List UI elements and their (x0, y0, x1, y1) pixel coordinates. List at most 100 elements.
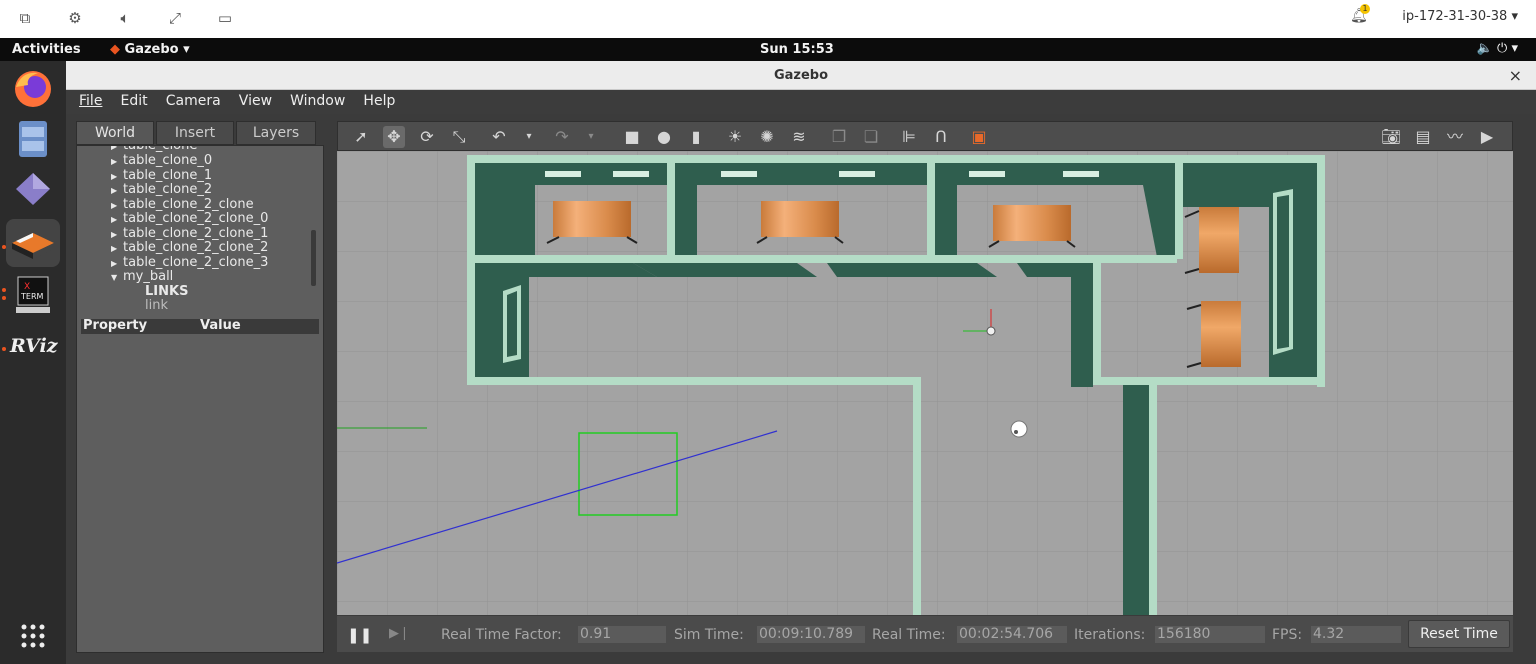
app-menu[interactable]: ◆ Gazebo ▾ (110, 42, 190, 57)
spot-light-icon[interactable]: ✺ (756, 126, 778, 148)
tree-item[interactable]: ▶ table_clone_2_clone_2 (111, 240, 268, 255)
undo-icon[interactable]: ↶ (488, 126, 510, 148)
rviz-icon[interactable]: RViz (6, 323, 60, 371)
copy-icon[interactable]: ❐ (828, 126, 850, 148)
reset-time-button[interactable]: Reset Time (1408, 620, 1510, 648)
close-icon[interactable]: × (1509, 66, 1522, 85)
fps-value: 4.32 (1311, 626, 1401, 643)
app-icon[interactable] (6, 165, 60, 213)
links-header: LINKS (145, 284, 189, 299)
ball-model[interactable] (1010, 420, 1028, 438)
tree-item-label: table_clone (123, 145, 198, 153)
sim-time-value: 00:09:10.789 (757, 626, 865, 643)
screenshot-icon[interactable]: 📷︎ (1380, 126, 1402, 148)
rtf-label: Real Time Factor: (441, 627, 562, 643)
notification-badge: 1 (1360, 4, 1370, 14)
tree-item-label: table_clone_1 (123, 168, 213, 183)
expand-arrow-icon: ▶ (111, 157, 118, 166)
tree-item[interactable]: ▶ table_clone_2 (111, 182, 212, 197)
menu-file[interactable]: File (79, 93, 102, 109)
svg-text:TERM: TERM (20, 292, 44, 301)
tab-world[interactable]: World (76, 121, 154, 145)
running-indicator (2, 347, 6, 351)
speaker-icon[interactable]: 🔈︎ (114, 8, 136, 28)
tree-item[interactable]: ▶ table_clone_1 (111, 168, 212, 183)
tab-layers[interactable]: Layers (236, 121, 316, 145)
value-column-header: Value (200, 318, 241, 333)
running-indicator (2, 245, 6, 249)
system-tray[interactable]: 🔈 ⏻ ▾ (1477, 41, 1518, 56)
tree-item-label: table_clone_0 (123, 153, 213, 168)
expand-arrow-icon: ▶ (111, 230, 118, 239)
files-icon[interactable] (6, 115, 60, 163)
tree-item[interactable]: ▶ table_clone_2_clone (111, 197, 254, 212)
tree-item[interactable]: ▶ table_clone_2_clone_3 (111, 255, 268, 270)
tree-item-label: table_clone_2_clone_3 (123, 255, 269, 270)
tree-item[interactable]: ▶ table_clone_0 (111, 153, 212, 168)
menu-edit[interactable]: Edit (121, 93, 148, 109)
menu-camera[interactable]: Camera (166, 93, 221, 109)
video-icon[interactable]: ▶ (1476, 126, 1498, 148)
tab-insert[interactable]: Insert (156, 121, 234, 145)
scene-render (337, 151, 1513, 615)
point-light-icon[interactable]: ☀ (724, 126, 746, 148)
host-selector[interactable]: ip-172-31-30-38 ▾ (1402, 9, 1518, 24)
tree-item[interactable]: ▶ table_clone_2_clone_0 (111, 211, 268, 226)
clock[interactable]: Sun 15:53 (760, 42, 834, 57)
gazebo-icon[interactable] (6, 219, 60, 267)
paste-icon[interactable]: ❏ (860, 126, 882, 148)
redo-icon[interactable]: ↷ (551, 126, 573, 148)
display-icon[interactable]: ▭ (214, 8, 236, 28)
tree-scrollbar[interactable] (311, 230, 316, 286)
log-icon[interactable]: ▤ (1412, 126, 1434, 148)
tree-item[interactable]: ▶ table_clone (111, 145, 198, 153)
iterations-label: Iterations: (1074, 627, 1146, 643)
window-title: Gazebo (773, 68, 829, 83)
table-model[interactable] (756, 201, 844, 244)
gazebo-window: Gazebo × File Edit Camera View Window He… (66, 61, 1536, 664)
step-icon[interactable]: ▶❘ (389, 626, 410, 641)
viewer-toolbar: ⧉ ⚙ 🔈︎ ⤢ ▭ 🔔︎ 1 ip-172-31-30-38 ▾ (0, 0, 1536, 38)
undo-dropdown-icon[interactable]: ▾ (518, 126, 540, 148)
gear-icon[interactable]: ⚙ (64, 8, 86, 28)
box-icon[interactable]: ■ (621, 126, 643, 148)
svg-text:X: X (24, 282, 30, 292)
tree-item[interactable]: ▼ my_ball (111, 269, 173, 284)
scene-viewport[interactable] (337, 151, 1513, 615)
cylinder-icon[interactable]: ▮ (685, 126, 707, 148)
plot-icon[interactable]: 〰 (1444, 126, 1466, 148)
show-apps-icon[interactable] (6, 611, 60, 659)
directional-light-icon[interactable]: ≋ (788, 126, 810, 148)
tree-item-label: my_ball (123, 269, 174, 284)
menu-view[interactable]: View (239, 93, 272, 109)
translate-icon[interactable]: ✥ (383, 126, 405, 148)
redo-dropdown-icon[interactable]: ▾ (580, 126, 602, 148)
scale-icon[interactable]: ⤡ (448, 126, 470, 148)
sim-time-label: Sim Time: (674, 627, 744, 643)
firefox-icon[interactable] (6, 65, 60, 113)
windows-icon[interactable]: ⧉ (14, 8, 36, 28)
panel-tabs: World Insert Layers (76, 121, 326, 145)
color-icon[interactable]: ▣ (968, 126, 990, 148)
tree-item[interactable]: ▶ table_clone_2_clone_1 (111, 226, 268, 241)
rotate-icon[interactable]: ⟳ (416, 126, 438, 148)
tree-item-label: table_clone_2_clone (123, 197, 254, 212)
window-titlebar[interactable]: Gazebo × (66, 61, 1536, 90)
sphere-icon[interactable]: ● (653, 126, 675, 148)
expand-arrow-icon: ▶ (111, 215, 118, 224)
activities-button[interactable]: Activities (12, 42, 81, 57)
fullscreen-icon[interactable]: ⤢ (164, 8, 186, 28)
align-icon[interactable]: ⊫ (898, 126, 920, 148)
menu-help[interactable]: Help (363, 93, 395, 109)
expand-arrow-icon: ▶ (111, 201, 118, 210)
link-item[interactable]: link (145, 298, 168, 313)
status-bar: ❚❚ ▶❘ Real Time Factor: 0.91 Sim Time: 0… (337, 616, 1513, 652)
snap-icon[interactable]: Ո (930, 126, 952, 148)
table-model[interactable] (546, 201, 638, 244)
expand-arrow-icon: ▶ (111, 259, 118, 268)
xterm-icon[interactable]: X TERM (6, 271, 60, 319)
select-icon[interactable]: ➚ (350, 126, 372, 148)
pause-icon[interactable]: ❚❚ (347, 626, 372, 644)
table-model[interactable] (988, 205, 1076, 248)
menu-window[interactable]: Window (290, 93, 345, 109)
